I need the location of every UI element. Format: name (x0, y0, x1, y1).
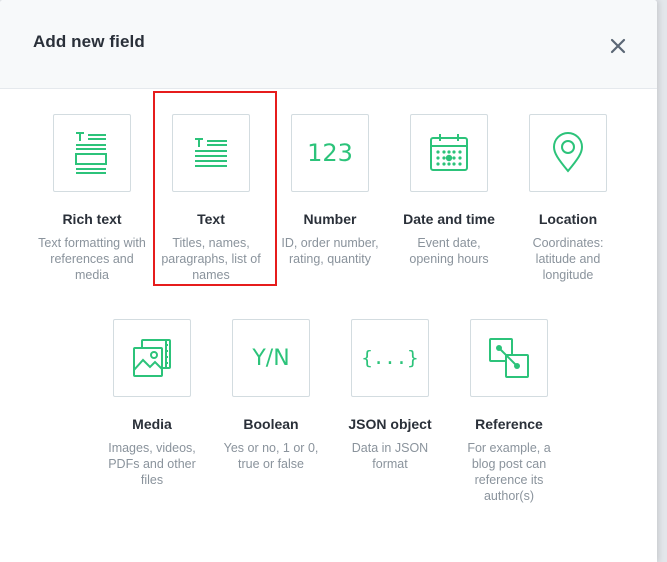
date-tile-box[interactable] (410, 114, 488, 192)
calendar-icon (430, 134, 468, 171)
field-name: Number (303, 211, 357, 227)
field-description: Yes or no, 1 or 0, true or false (223, 441, 319, 471)
field-option-location[interactable]: Location Coordinates: latitude and longi… (508, 114, 628, 283)
number-tile-box[interactable]: 123 (291, 114, 369, 192)
field-description: Images, videos, PDFs and other files (108, 441, 196, 487)
field-description: Text formatting with references and medi… (38, 236, 146, 282)
field-description: Event date, opening hours (409, 236, 489, 266)
field-option-number[interactable]: 123 Number ID, order number, rating, qua… (270, 114, 390, 267)
close-icon (610, 38, 626, 54)
field-name: Boolean (243, 416, 299, 432)
boolean-icon: Y/N (252, 345, 290, 371)
modal-title: Add new field (33, 32, 145, 51)
field-option-text[interactable]: Text Titles, names, paragraphs, list of … (151, 114, 271, 283)
modal-header: Add new field (0, 0, 657, 89)
rich-text-tile-box[interactable] (53, 114, 131, 192)
field-name: Location (538, 211, 598, 227)
field-name: Text (197, 211, 225, 227)
text-tile-box[interactable] (172, 114, 250, 192)
field-option-date-and-time[interactable]: Date and time Event date, opening hours (389, 114, 509, 267)
boolean-tile-box[interactable]: Y/N (232, 319, 310, 397)
reference-tile-box[interactable] (470, 319, 548, 397)
field-option-rich-text[interactable]: Rich text Text formatting with reference… (32, 114, 152, 283)
close-button[interactable] (606, 34, 630, 58)
number-icon: 123 (307, 139, 353, 167)
text-icon (195, 138, 227, 167)
json-icon: {...} (361, 347, 419, 369)
rich-text-icon (75, 132, 107, 174)
field-option-boolean[interactable]: Y/N Boolean Yes or no, 1 or 0, true or f… (211, 319, 331, 472)
media-tile-box[interactable] (113, 319, 191, 397)
field-name: Date and time (403, 211, 495, 227)
location-pin-icon (552, 132, 584, 173)
field-name: Reference (475, 416, 543, 432)
field-name: Media (132, 416, 172, 432)
reference-icon (489, 338, 529, 378)
field-description: ID, order number, rating, quantity (281, 236, 379, 266)
field-option-media[interactable]: Media Images, videos, PDFs and other fil… (92, 319, 212, 488)
field-name: JSON object (348, 416, 432, 432)
add-field-modal: Add new field Rich text Text formatting … (0, 0, 657, 562)
field-option-reference[interactable]: Reference For example, a blog post can r… (449, 319, 569, 504)
location-tile-box[interactable] (529, 114, 607, 192)
json-tile-box[interactable]: {...} (351, 319, 429, 397)
field-option-json-object[interactable]: {...} JSON object Data in JSON format (330, 319, 450, 472)
field-description: Titles, names, paragraphs, list of names (161, 236, 261, 282)
media-icon (133, 339, 171, 377)
field-description: Data in JSON format (351, 441, 429, 471)
field-description: For example, a blog post can reference i… (467, 441, 551, 503)
field-name: Rich text (62, 211, 122, 227)
field-description: Coordinates: latitude and longitude (532, 236, 604, 282)
